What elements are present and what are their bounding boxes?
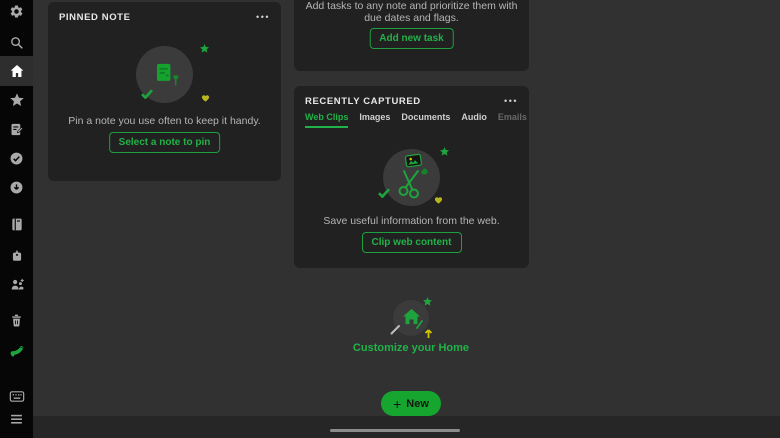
scrollbar-horizontal[interactable] [330,429,460,432]
sidebar-item-tags[interactable] [0,242,33,268]
sidebar-item-downloads[interactable] [0,174,33,200]
select-note-to-pin-button[interactable]: Select a note to pin [109,132,221,153]
check-decoration-icon [141,89,153,99]
sidebar-item-search[interactable] [0,29,33,55]
star-decoration-icon [440,147,449,156]
web-clipper-description: Save useful information from the web. [302,215,521,227]
web-clipper-scissors-icon [395,153,431,199]
new-button-label: New [406,398,429,410]
tab-images[interactable]: Images [359,112,390,126]
clip-web-content-button[interactable]: Clip web content [362,232,462,253]
bottom-bar [33,416,780,438]
sidebar-item-shortcuts[interactable] [0,87,33,113]
sidebar-item-home[interactable] [0,56,33,86]
pinned-note-description: Pin a note you use often to keep it hand… [56,115,273,127]
sidebar-item-tasks[interactable] [0,145,33,171]
heart-decoration-icon [201,94,210,102]
notebook-icon [10,217,24,232]
tab-emails[interactable]: Emails [498,112,527,126]
tab-web-clips[interactable]: Web Clips [305,112,348,128]
captured-tabs: Web Clips Images Documents Audio Emails [305,112,523,130]
sidebar-item-trash[interactable] [0,307,33,333]
recently-captured-card: RECENTLY CAPTURED ••• Web Clips Images D… [294,86,529,268]
note-with-pin-icon [156,63,183,88]
sidebar-item-settings[interactable] [0,0,33,24]
star-decoration-icon [423,297,432,306]
horn-icon [9,344,25,358]
keyboard-icon [9,390,25,403]
heart-decoration-icon [434,196,443,204]
recently-captured-card-title: RECENTLY CAPTURED [305,96,421,107]
web-clipper-illustration-circle [383,149,440,206]
trash-icon [9,313,24,328]
star-decoration-icon [200,44,209,53]
more-options-icon[interactable]: ••• [504,98,518,104]
hamburger-icon [9,413,24,425]
task-check-icon [9,151,24,166]
plus-icon: + [393,397,401,411]
gear-icon [9,4,24,19]
tasks-description: Add tasks to any note and prioritize the… [304,0,519,24]
tag-icon [10,248,24,263]
pencil-decoration-icon [390,323,402,335]
new-button[interactable]: + New [381,391,441,416]
sidebar [0,0,33,438]
tab-documents[interactable]: Documents [401,112,450,126]
tasks-card: Add tasks to any note and prioritize the… [294,0,529,71]
download-circle-icon [9,180,24,195]
people-icon [9,277,25,292]
tab-audio[interactable]: Audio [461,112,487,126]
pinned-note-card: PINNED NOTE ••• Pin a note you use often… [48,2,281,181]
note-icon [9,122,24,137]
search-icon [9,35,24,50]
sidebar-item-shared[interactable] [0,271,33,297]
customize-home-link[interactable]: Customize your Home [331,342,491,354]
sidebar-item-notes[interactable] [0,116,33,142]
arrow-up-decoration-icon [424,328,433,339]
sidebar-item-promotions[interactable] [0,338,33,364]
evernote-home-screen: PINNED NOTE ••• Pin a note you use often… [0,0,780,438]
sidebar-item-notebooks[interactable] [0,211,33,237]
sidebar-item-menu[interactable] [0,406,33,432]
star-icon [9,92,25,108]
add-new-task-button[interactable]: Add new task [369,28,453,49]
check-decoration-icon [378,188,390,198]
home-icon [9,63,25,79]
pencil-tick-decoration-icon [416,320,423,329]
more-options-icon[interactable]: ••• [256,14,270,20]
pinned-note-card-title: PINNED NOTE [59,12,131,23]
